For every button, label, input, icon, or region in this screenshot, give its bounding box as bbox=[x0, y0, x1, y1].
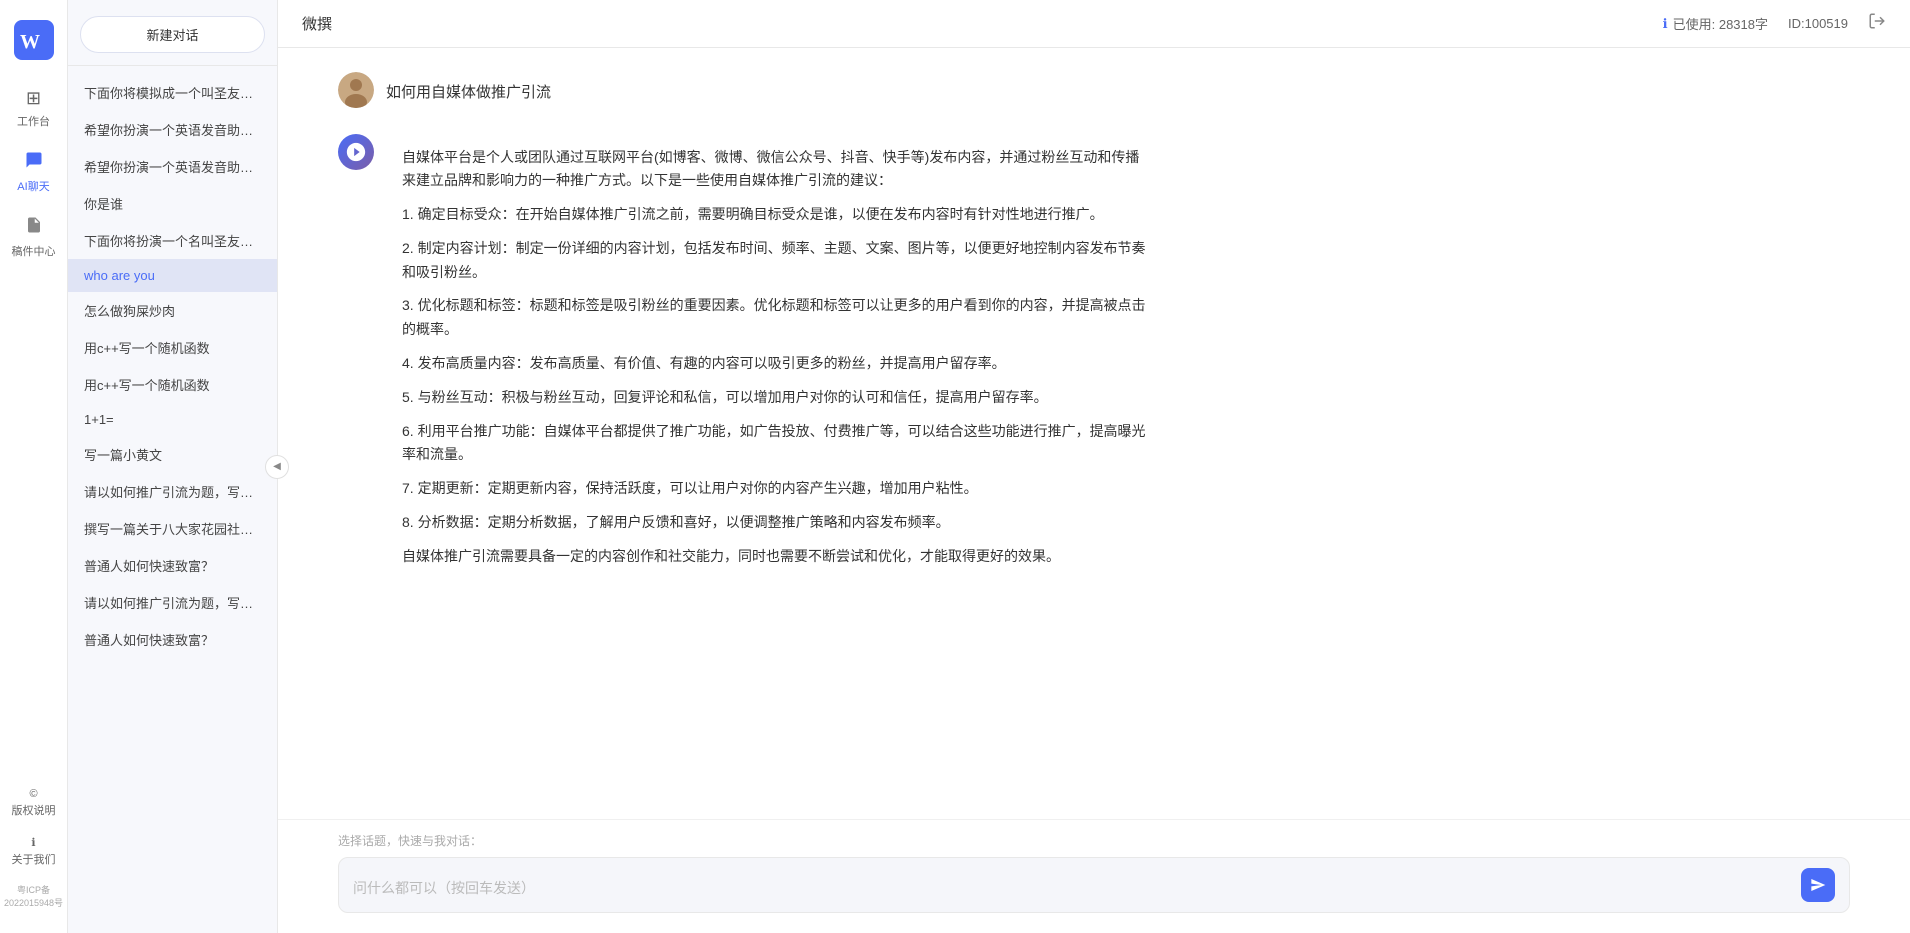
chat-content: 如何用自媒体做推广引流 自媒体平台是个人或团队通过互联网平台(如博客、微博、微信… bbox=[278, 48, 1910, 819]
ai-para-2: 2. 制定内容计划：制定一份详细的内容计划，包括发布时间、频率、主题、文案、图片… bbox=[402, 237, 1150, 285]
ai-para-3: 3. 优化标题和标签：标题和标签是吸引粉丝的重要因素。优化标题和标签可以让更多的… bbox=[402, 294, 1150, 342]
send-icon bbox=[1810, 877, 1826, 893]
about-icon: ℹ bbox=[31, 836, 35, 849]
chat-item-8[interactable]: 用c++写一个随机函数 bbox=[68, 329, 277, 366]
new-chat-button[interactable]: 新建对话 bbox=[80, 16, 265, 53]
nav-bottom: © 版权说明 ℹ 关于我们 粤ICP备2022015948号 bbox=[0, 782, 67, 923]
input-box bbox=[338, 857, 1850, 913]
ai-para-0: 自媒体平台是个人或团队通过互联网平台(如博客、微博、微信公众号、抖音、快手等)发… bbox=[402, 146, 1150, 194]
logo-area: W bbox=[14, 10, 54, 80]
chat-item-11[interactable]: 写一篇小黄文 bbox=[68, 436, 277, 473]
drafts-icon bbox=[25, 216, 43, 239]
chat-item-10[interactable]: 1+1= bbox=[68, 403, 277, 436]
topbar: 微撰 ℹ 已使用: 28318字 ID:100519 bbox=[278, 0, 1910, 48]
ai-para-9: 自媒体推广引流需要具备一定的内容创作和社交能力，同时也需要不断尝试和优化，才能取… bbox=[402, 545, 1150, 569]
ai-message-text: 自媒体平台是个人或团队通过互联网平台(如博客、微博、微信公众号、抖音、快手等)发… bbox=[386, 134, 1166, 581]
nav-about[interactable]: ℹ 关于我们 bbox=[0, 830, 67, 873]
chevron-left-icon: ◀ bbox=[273, 461, 281, 472]
workbench-icon: ⊞ bbox=[26, 88, 41, 109]
chat-item-4[interactable]: 你是谁 bbox=[68, 185, 277, 222]
ai-para-1: 1. 确定目标受众：在开始自媒体推广引流之前，需要明确目标受众是谁，以便在发布内… bbox=[402, 203, 1150, 227]
ai-para-7: 7. 定期更新：定期更新内容，保持活跃度，可以让用户对你的内容产生兴趣，增加用户… bbox=[402, 477, 1150, 501]
ai-message-row: 自媒体平台是个人或团队通过互联网平台(如博客、微博、微信公众号、抖音、快手等)发… bbox=[338, 134, 1850, 581]
chat-item-2[interactable]: 希望你扮演一个英语发音助手，我提供给你... bbox=[68, 111, 277, 148]
ai-para-8: 8. 分析数据：定期分析数据，了解用户反馈和喜好，以便调整推广策略和内容发布频率… bbox=[402, 511, 1150, 535]
svg-text:W: W bbox=[20, 31, 40, 53]
left-navigation: W ⊞ 工作台 AI聊天 稿件中心 © 版权说明 ℹ 关于我们 粤 bbox=[0, 0, 68, 933]
nav-label-drafts: 稿件中心 bbox=[12, 243, 56, 259]
sidebar: 新建对话 下面你将模拟成一个叫圣友的程序员，我说... 希望你扮演一个英语发音助… bbox=[68, 0, 278, 933]
chat-item-1[interactable]: 下面你将模拟成一个叫圣友的程序员，我说... bbox=[68, 74, 277, 111]
copyright-icon: © bbox=[29, 788, 37, 800]
ai-chat-icon bbox=[25, 151, 43, 174]
info-icon: ℹ bbox=[1663, 16, 1668, 32]
chat-input[interactable] bbox=[353, 878, 1791, 902]
chat-item-9[interactable]: 用c++写一个随机函数 bbox=[68, 366, 277, 403]
chat-item-15[interactable]: 请以如何推广引流为题，写一篇大纲 bbox=[68, 584, 277, 621]
sidebar-header: 新建对话 bbox=[68, 0, 277, 66]
topbar-title: 微撰 bbox=[302, 13, 332, 34]
chat-item-12[interactable]: 请以如何推广引流为题，写一篇大纲 bbox=[68, 473, 277, 510]
icp-text: 粤ICP备2022015948号 bbox=[0, 879, 67, 913]
sidebar-toggle-button[interactable]: ◀ bbox=[265, 455, 289, 479]
quick-topics-label: 选择话题，快速与我对话： bbox=[338, 832, 1850, 849]
chat-item-6[interactable]: who are you bbox=[68, 259, 277, 292]
ai-para-4: 4. 发布高质量内容：发布高质量、有价值、有趣的内容可以吸引更多的粉丝，并提高用… bbox=[402, 352, 1150, 376]
nav-copyright[interactable]: © 版权说明 bbox=[0, 782, 67, 824]
nav-items: ⊞ 工作台 AI聊天 稿件中心 bbox=[0, 80, 67, 782]
user-avatar bbox=[338, 72, 374, 108]
chat-item-7[interactable]: 怎么做狗屎炒肉 bbox=[68, 292, 277, 329]
chat-list: 下面你将模拟成一个叫圣友的程序员，我说... 希望你扮演一个英语发音助手，我提供… bbox=[68, 66, 277, 933]
user-message-row: 如何用自媒体做推广引流 bbox=[338, 72, 1850, 114]
ai-avatar bbox=[338, 134, 374, 170]
user-message-text: 如何用自媒体做推广引流 bbox=[386, 72, 551, 114]
app-logo: W bbox=[14, 20, 54, 60]
nav-label-workbench: 工作台 bbox=[17, 113, 50, 129]
nav-item-workbench[interactable]: ⊞ 工作台 bbox=[0, 80, 67, 137]
main-area: 微撰 ℹ 已使用: 28318字 ID:100519 bbox=[278, 0, 1910, 933]
chat-item-16[interactable]: 普通人如何快速致富？ bbox=[68, 621, 277, 658]
nav-label-about: 关于我们 bbox=[12, 851, 56, 867]
input-area: 选择话题，快速与我对话： bbox=[278, 819, 1910, 933]
chat-item-5[interactable]: 下面你将扮演一个名叫圣友的医生 bbox=[68, 222, 277, 259]
nav-label-copyright: 版权说明 bbox=[12, 802, 56, 818]
nav-label-ai-chat: AI聊天 bbox=[17, 178, 49, 194]
chat-item-3[interactable]: 希望你扮演一个英语发音助手，我提供给你... bbox=[68, 148, 277, 185]
nav-item-ai-chat[interactable]: AI聊天 bbox=[0, 143, 67, 202]
usage-display: ℹ 已使用: 28318字 bbox=[1663, 14, 1768, 33]
nav-item-drafts[interactable]: 稿件中心 bbox=[0, 208, 67, 267]
usage-text: 已使用: 28318字 bbox=[1673, 14, 1768, 33]
chat-item-14[interactable]: 普通人如何快速致富？ bbox=[68, 547, 277, 584]
chat-item-13[interactable]: 撰写一篇关于八大家花园社区一刻钟便民生... bbox=[68, 510, 277, 547]
ai-para-6: 6. 利用平台推广功能：自媒体平台都提供了推广功能，如广告投放、付费推广等，可以… bbox=[402, 420, 1150, 468]
logout-icon[interactable] bbox=[1868, 12, 1886, 35]
ai-para-5: 5. 与粉丝互动：积极与粉丝互动，回复评论和私信，可以增加用户对你的认可和信任，… bbox=[402, 386, 1150, 410]
user-id-text: ID:100519 bbox=[1788, 16, 1848, 31]
topbar-right: ℹ 已使用: 28318字 ID:100519 bbox=[1663, 12, 1886, 35]
send-button[interactable] bbox=[1801, 868, 1835, 902]
